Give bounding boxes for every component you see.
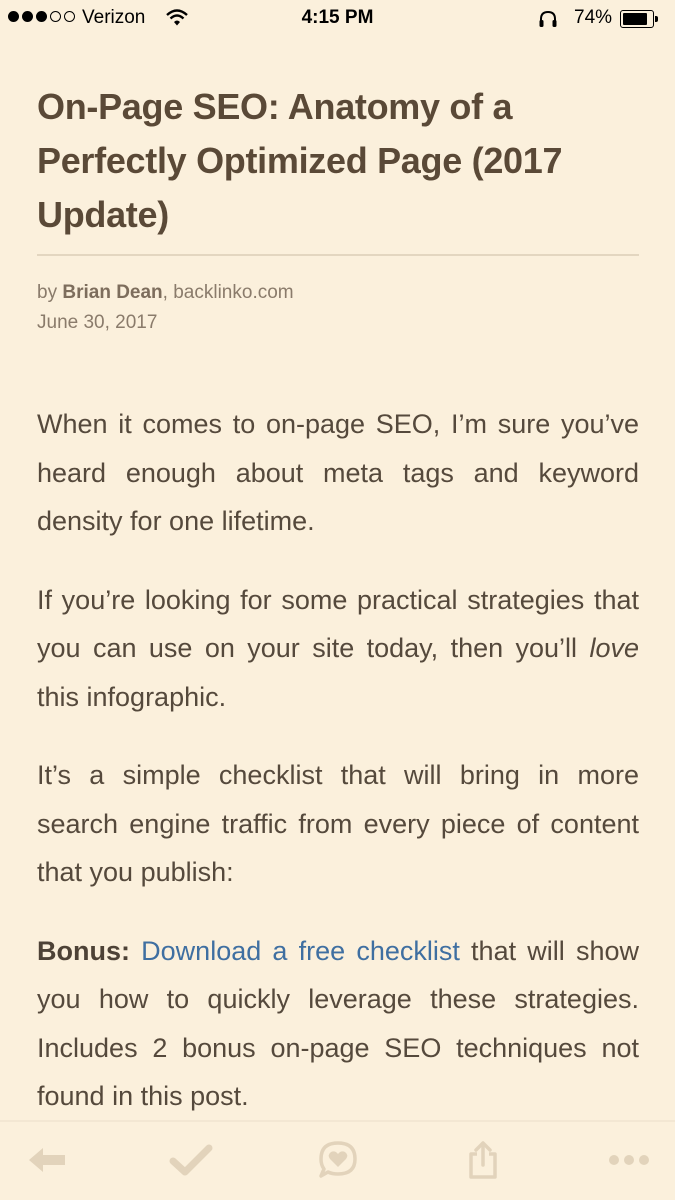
paragraph-2-end: this infographic. bbox=[37, 681, 227, 712]
share-icon bbox=[467, 1140, 499, 1185]
share-button[interactable] bbox=[458, 1140, 508, 1184]
emphasis-love: love bbox=[589, 633, 639, 663]
article: On-Page SEO: Anatomy of a Perfectly Opti… bbox=[37, 80, 639, 1121]
more-icon bbox=[607, 1153, 651, 1172]
battery-percent: 74% bbox=[574, 7, 613, 28]
title-divider bbox=[37, 254, 639, 256]
download-checklist-link[interactable]: Download a free checklist bbox=[141, 936, 460, 966]
paragraph-4: Bonus: Download a free checklist that wi… bbox=[37, 927, 639, 1121]
back-button[interactable] bbox=[22, 1140, 72, 1184]
headphones-icon bbox=[538, 10, 558, 34]
checkmark-icon bbox=[169, 1143, 213, 1182]
source-domain: backlinko.com bbox=[173, 282, 294, 303]
favorite-button[interactable] bbox=[313, 1140, 363, 1184]
status-bar: Verizon 4:15 PM 74% bbox=[0, 0, 675, 38]
article-title: On-Page SEO: Anatomy of a Perfectly Opti… bbox=[37, 86, 563, 235]
mark-done-button[interactable] bbox=[166, 1140, 216, 1184]
byline: by Brian Dean, backlinko.com bbox=[37, 278, 639, 308]
publish-date: June 30, 2017 bbox=[37, 312, 158, 333]
paragraph-2: If you’re looking for some practical str… bbox=[37, 576, 639, 722]
more-button[interactable] bbox=[604, 1140, 654, 1184]
byline-separator: , bbox=[162, 282, 174, 303]
battery-icon bbox=[620, 10, 658, 28]
bottom-toolbar bbox=[0, 1122, 675, 1200]
byline-prefix: by bbox=[37, 282, 63, 303]
paragraph-2-start: If you’re looking for some practical str… bbox=[37, 584, 639, 664]
back-arrow-icon bbox=[25, 1144, 69, 1181]
paragraph-1: When it comes to on-page SEO, I’m sure y… bbox=[37, 409, 639, 536]
heart-comment-icon bbox=[317, 1140, 359, 1185]
author-name: Brian Dean bbox=[62, 282, 163, 303]
paragraph-3: It’s a simple checklist that will bring … bbox=[37, 760, 639, 887]
bonus-label: Bonus: bbox=[37, 935, 130, 966]
